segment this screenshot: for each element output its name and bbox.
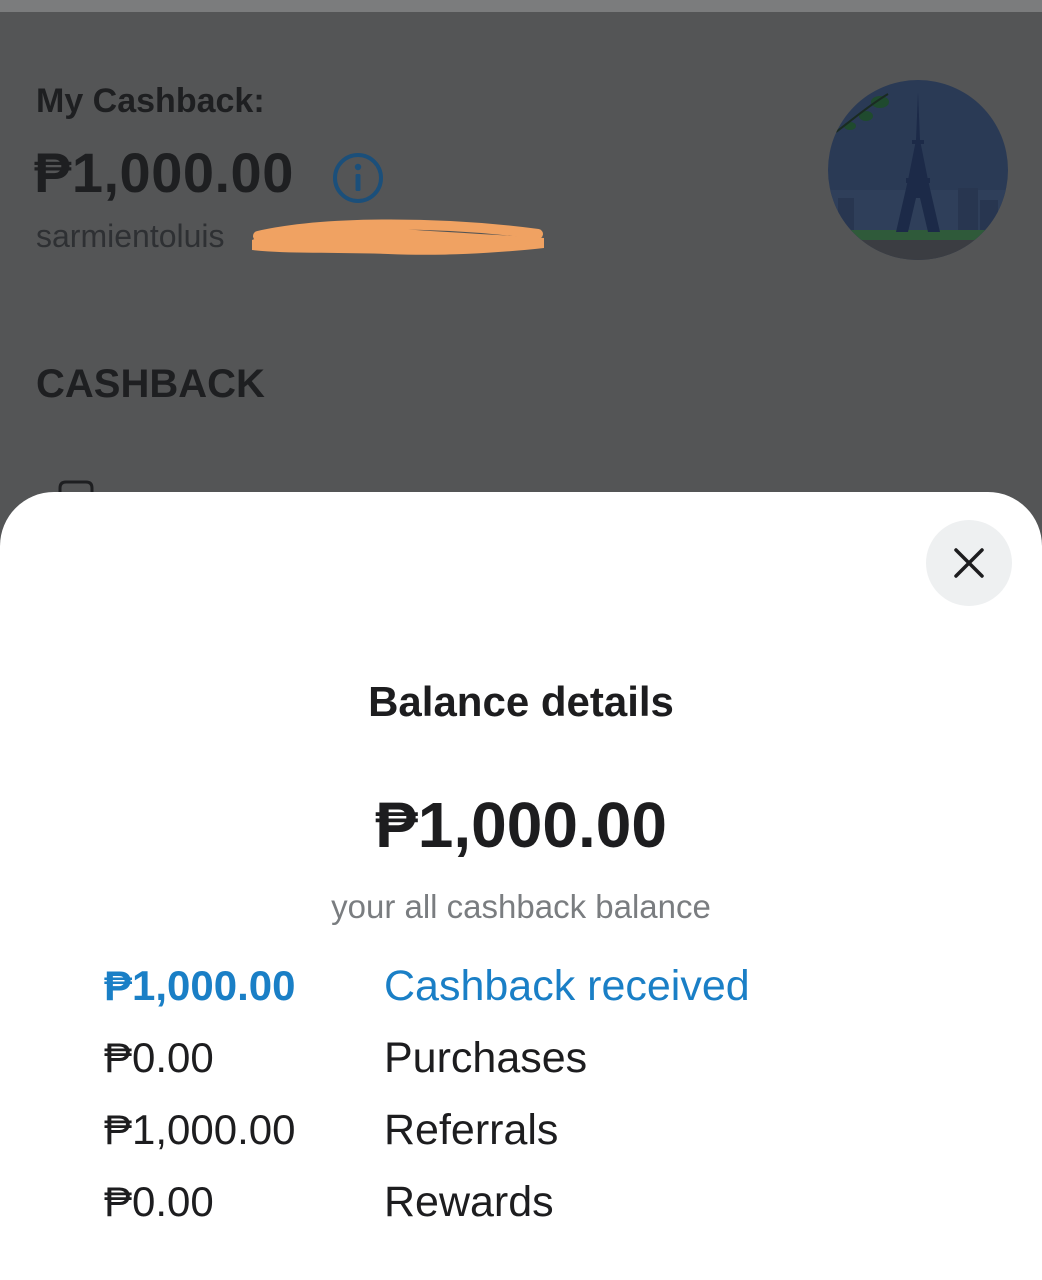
row-label: Rewards: [384, 1178, 554, 1226]
list-item: ₱1,000.00 Referrals: [104, 1106, 1004, 1178]
section-title-cashback: CASHBACK: [36, 362, 265, 406]
eiffel-tower-avatar: [828, 80, 1008, 260]
redaction-scribble: [252, 219, 544, 255]
avatar[interactable]: [828, 80, 1008, 260]
row-amount: ₱0.00: [104, 1034, 214, 1081]
balance-details-sheet: Balance details ₱1,000.00 your all cashb…: [0, 492, 1042, 1280]
row-label: Referrals: [384, 1106, 559, 1154]
email-start: sarmientoluis: [36, 218, 225, 254]
row-amount: ₱1,000.00: [104, 962, 296, 1009]
list-item: ₱0.00 Rewards: [104, 1178, 1004, 1250]
sheet-title: Balance details: [368, 678, 674, 725]
cashback-page-dimmed: My Cashback: ₱1,000.00 sarmientoluis m C…: [0, 0, 1042, 500]
app-screen: My Cashback: ₱1,000.00 sarmientoluis m C…: [0, 0, 1042, 1280]
total-balance: ₱1,000.00: [375, 789, 667, 861]
row-amount: ₱0.00: [104, 1178, 214, 1225]
balance-breakdown-list: ₱1,000.00 Cashback received ₱0.00 Purcha…: [104, 962, 1004, 1250]
row-label: Purchases: [384, 1034, 588, 1082]
close-button[interactable]: [926, 520, 1012, 606]
row-amount: ₱1,000.00: [104, 1106, 296, 1153]
list-item: ₱0.00 Purchases: [104, 1034, 1004, 1106]
balance-caption: your all cashback balance: [331, 888, 711, 925]
cashback-amount: ₱1,000.00: [34, 141, 294, 204]
info-circle-icon[interactable]: [330, 150, 386, 206]
list-item: ₱1,000.00 Cashback received: [104, 962, 1004, 1034]
row-label: Cashback received: [384, 962, 750, 1010]
close-icon: [954, 548, 984, 578]
my-cashback-label: My Cashback:: [36, 82, 265, 120]
